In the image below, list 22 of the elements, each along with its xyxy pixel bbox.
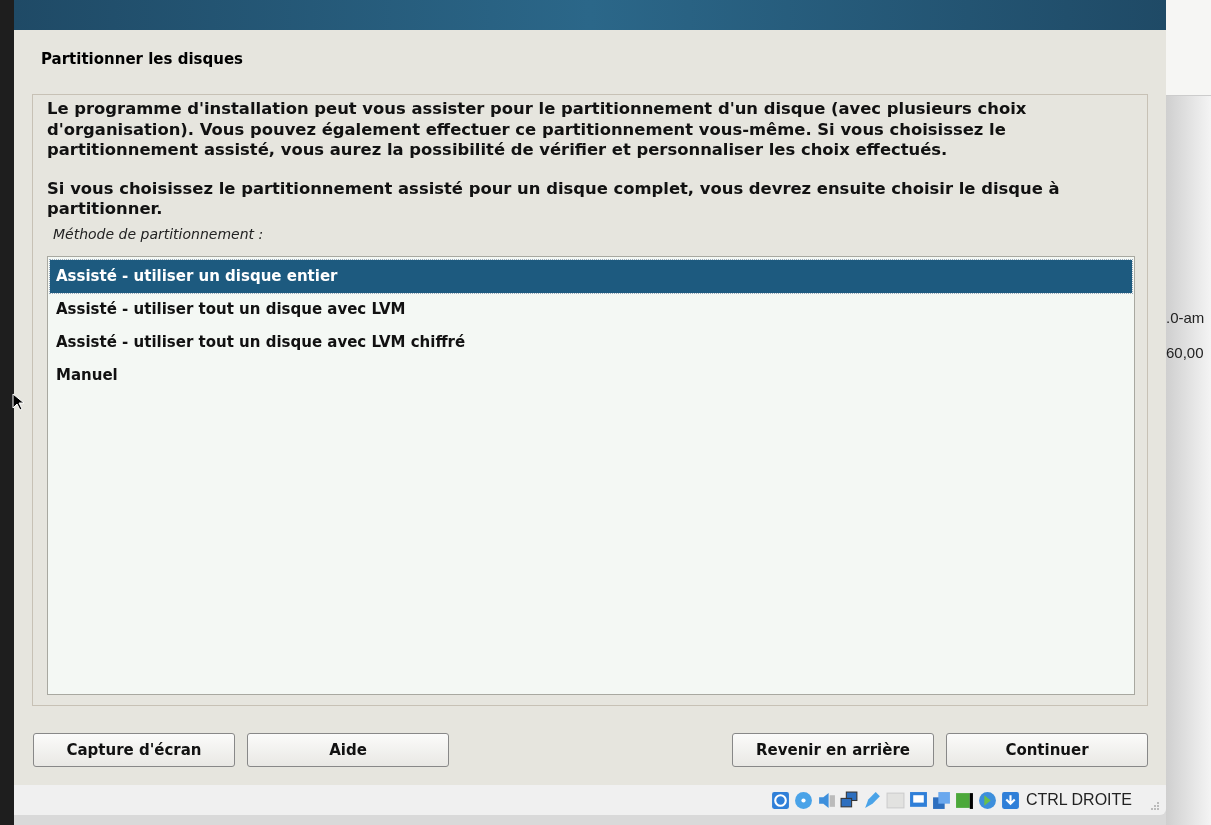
display-icon[interactable] (908, 790, 928, 810)
dialog-button[interactable]: Aide (247, 733, 449, 767)
host-key-label: CTRL DROITE (1025, 791, 1132, 809)
list-item[interactable]: Assisté - utiliser tout un disque avec LVM (50, 292, 1132, 326)
background-text: .0-am (1166, 309, 1206, 326)
mouse-pointer-icon (12, 393, 24, 411)
dialog-button[interactable]: Continuer (946, 733, 1148, 767)
list-label: Méthode de partitionnement : (53, 225, 265, 242)
network-icon[interactable] (839, 790, 859, 810)
list-item[interactable]: Assisté - utiliser tout un disque avec LVM chiffré (50, 325, 1132, 359)
list-item[interactable]: Assisté - utiliser un disque entier (50, 259, 1132, 293)
background-text: 60,00 (1166, 344, 1205, 361)
dialog-button[interactable]: Revenir en arrière (732, 733, 934, 767)
resize-grip-icon[interactable] (1150, 801, 1160, 811)
windows-icon[interactable] (931, 790, 951, 810)
description-text: Le programme d'installation peut vous assister pour le partitionnement d'un disque (avec plusieurs choix d'organisation). Vous pouvez également effectuer ce partitionnement vous-même. Si vous choisissez le partitionnement assisté, vous aurez la possibilité de vérifier et personnaliser les choix effectués. (47, 99, 1028, 161)
optical-disc-icon[interactable] (793, 790, 813, 810)
dialog-button[interactable]: Capture d'écran (33, 733, 235, 767)
list-item[interactable]: Manuel (50, 358, 1132, 392)
download-icon[interactable] (1000, 790, 1020, 810)
dialog-title: Partitionner les disques (40, 49, 244, 70)
description-text: Si vous choisissez le partitionnement assisté pour un disque complet, vous devrez ensuite choisir le disque à partitionner. (47, 178, 1061, 220)
